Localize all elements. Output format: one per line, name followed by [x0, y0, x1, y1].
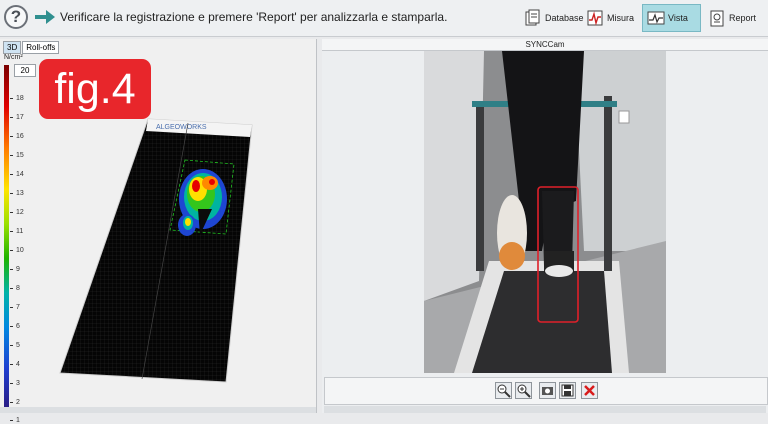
view-button[interactable]: Vista	[642, 4, 701, 32]
database-label: Database	[545, 13, 584, 23]
measure-icon	[587, 10, 603, 26]
save-button[interactable]	[559, 382, 576, 399]
database-icon	[525, 9, 540, 26]
question-circle-icon: ?	[10, 7, 22, 26]
delete-button[interactable]	[581, 382, 598, 399]
zoom-in-button[interactable]	[515, 382, 532, 399]
camera-icon	[542, 387, 553, 395]
view-icon	[647, 11, 665, 25]
right-scrollbar[interactable]	[324, 406, 766, 413]
top-bar: ? Verificare la registrazione e premere …	[0, 0, 768, 37]
save-icon	[561, 384, 574, 397]
snapshot-button[interactable]	[539, 382, 556, 399]
zoom-in-icon	[517, 384, 531, 398]
measure-label: Misura	[607, 13, 635, 23]
figure-badge: fig.4	[39, 59, 151, 119]
close-icon	[584, 385, 595, 396]
measure-button[interactable]: Misura	[582, 4, 638, 32]
camera-video[interactable]	[424, 51, 666, 373]
camera-panel: SYNCCam	[322, 39, 768, 413]
database-button[interactable]: Database	[520, 4, 588, 32]
report-label: Report	[729, 13, 757, 23]
report-button[interactable]: Report	[704, 4, 760, 32]
view-label: Vista	[668, 13, 688, 23]
camera-title: SYNCCam	[322, 39, 768, 51]
zoom-out-icon	[497, 384, 511, 398]
zoom-out-button[interactable]	[495, 382, 512, 399]
left-scrollbar[interactable]	[0, 407, 316, 413]
instruction-text: Verificare la registrazione e premere 'R…	[60, 10, 448, 24]
arrow-right-icon	[35, 10, 55, 24]
pressure-panel: 3D Roll-offs N/cm² 20 18 17 16 15 14 13 …	[0, 39, 317, 424]
camera-toolbar	[324, 377, 768, 405]
help-button[interactable]: ?	[4, 5, 28, 29]
mat-brand: ALGEOWORKS	[156, 124, 207, 131]
report-icon	[710, 10, 724, 27]
tick: 1	[10, 417, 20, 424]
